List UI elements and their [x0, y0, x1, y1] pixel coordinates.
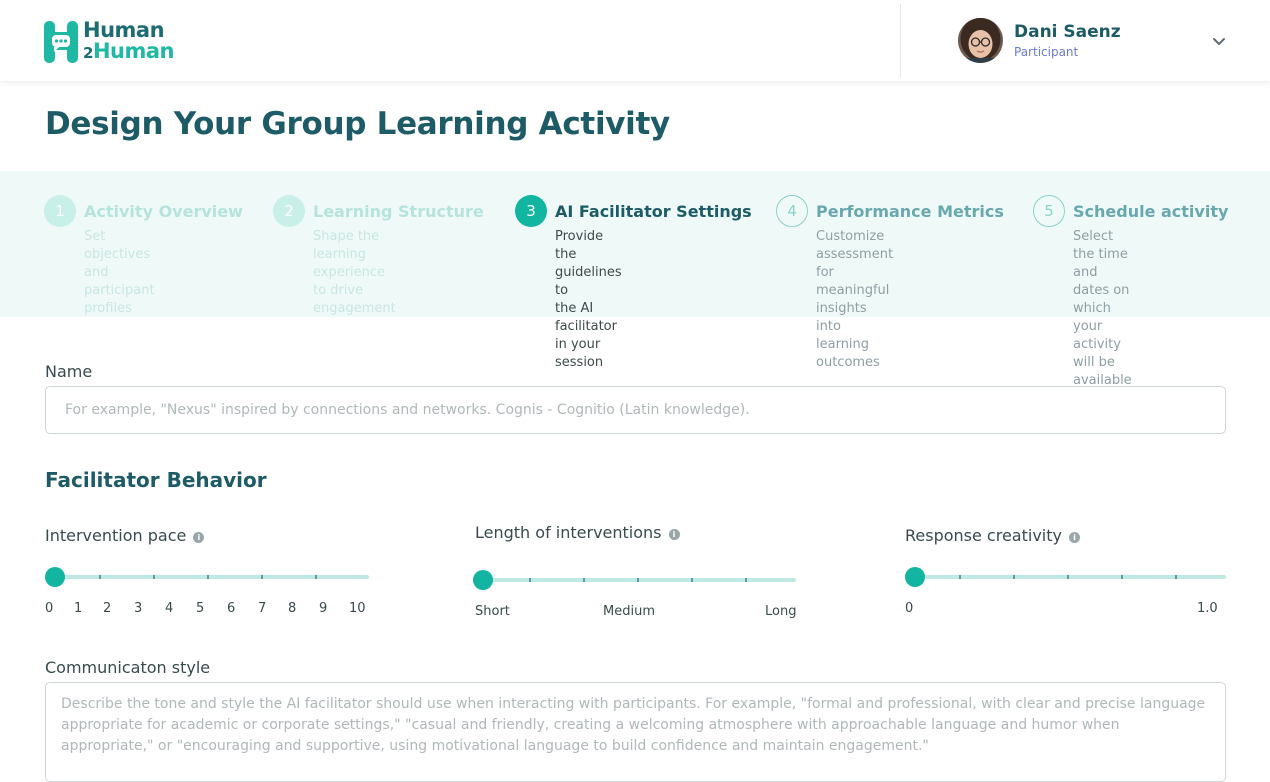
slider-thumb[interactable] [473, 570, 493, 590]
response-creativity-label: Response creativity i [905, 526, 1080, 545]
user-avatar[interactable] [958, 18, 1003, 63]
length-scale: Short Medium Long [475, 604, 797, 619]
logo-number: 2 [83, 44, 93, 62]
chat-bubble-h-logo-icon [44, 21, 78, 63]
step-title: AI Facilitator Settings [555, 202, 752, 221]
logo-line-1: Human [83, 18, 165, 42]
name-field-label: Name [45, 362, 93, 381]
communication-style-label: Communicaton style [45, 658, 211, 677]
textarea-placeholder-line: Describe the tone and style the AI facil… [61, 696, 1206, 712]
step-number-badge: 1 [44, 195, 76, 227]
textarea-placeholder-line: appropriate," or "encouraging and suppor… [61, 738, 929, 754]
step-number-badge: 5 [1033, 195, 1065, 227]
step-title: Schedule activity [1073, 202, 1229, 221]
length-of-interventions-label: Length of interventions i [475, 523, 680, 542]
response-creativity-slider[interactable] [905, 566, 1226, 587]
intervention-pace-scale: 0 1 2 3 4 5 6 7 8 9 10 [45, 601, 366, 616]
step-description: Set objectives and participant profiles [84, 229, 155, 316]
user-name: Dani Saenz [1014, 22, 1121, 42]
creativity-scale: 0 1.0 [905, 601, 1218, 616]
step-title: Activity Overview [84, 202, 243, 221]
step-title: Performance Metrics [816, 202, 1004, 221]
info-icon[interactable]: i [668, 529, 680, 540]
page-title: Design Your Group Learning Activity [45, 106, 670, 142]
step-description: Customize assessment for meaningful insig… [816, 229, 894, 370]
slider-thumb[interactable] [905, 567, 925, 587]
intervention-pace-slider[interactable] [45, 566, 369, 587]
step-description: Shape the learning experience to drive eng… [313, 229, 396, 316]
step-description: Select the time and dates on which your ac… [1073, 229, 1132, 388]
step-title: Learning Structure [313, 202, 484, 221]
name-input[interactable]: For example, "Nexus" inspired by connect… [45, 386, 1226, 434]
step-description: Provide the guidelines to the AI facilita… [555, 229, 622, 370]
info-icon[interactable]: i [1068, 532, 1080, 543]
name-input-placeholder: For example, "Nexus" inspired by connect… [65, 402, 750, 418]
step-number-badge: 4 [776, 195, 808, 227]
user-role: Participant [1014, 45, 1079, 59]
human2human-logo[interactable]: Human 2Human [44, 20, 174, 64]
logo-line-2: Human [92, 39, 175, 63]
header-divider [900, 4, 901, 78]
slider-thumb[interactable] [45, 567, 65, 587]
top-header: Human 2Human Dani Saenz Participant [0, 0, 1270, 81]
facilitator-behavior-heading: Facilitator Behavior [45, 468, 267, 492]
textarea-placeholder-line: appropriate for academic or corporate se… [61, 717, 1120, 733]
step-number-badge: 2 [273, 195, 305, 227]
progress-stepper: 1 Activity Overview Set objectives and pa… [0, 171, 1270, 388]
length-of-interventions-slider[interactable] [473, 569, 796, 590]
chevron-down-icon[interactable] [1210, 32, 1228, 50]
intervention-pace-label: Intervention pace i [45, 526, 205, 545]
step-number-badge: 3 [515, 195, 547, 227]
communication-style-textarea[interactable]: Describe the tone and style the AI facil… [45, 682, 1226, 782]
logo-wordmark: Human 2Human [83, 20, 174, 64]
info-icon[interactable]: i [193, 532, 205, 543]
